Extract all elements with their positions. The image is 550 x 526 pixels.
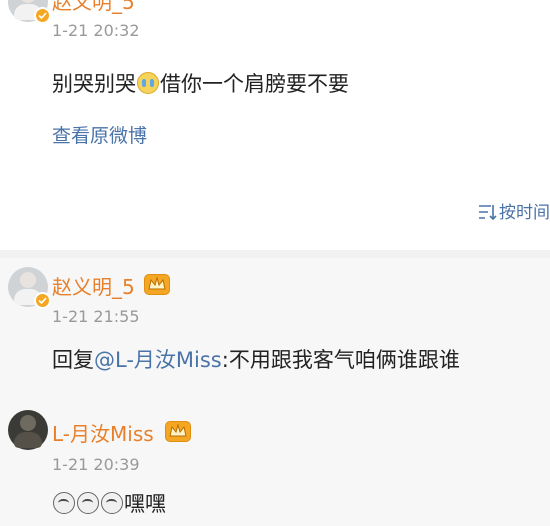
laughing-emoji-icon: [101, 492, 123, 514]
timestamp: 1-21 20:39: [52, 455, 140, 474]
timestamp: 1-21 20:32: [52, 21, 140, 40]
laughing-emoji-icon: [53, 492, 75, 514]
comment-text: 嘿嘿: [52, 488, 166, 518]
sort-label: 按时间: [499, 203, 550, 223]
avatar[interactable]: [8, 0, 51, 24]
avatar[interactable]: [8, 267, 51, 309]
reply-list: 赵义明_5 1-21 21:55 回复@L-月汝Miss:不用跟我客气咱俩谁跟谁…: [0, 258, 550, 526]
comment-text: 回复@L-月汝Miss:不用跟我客气咱俩谁跟谁: [52, 348, 460, 372]
timestamp: 1-21 21:55: [52, 307, 140, 326]
avatar[interactable]: [8, 410, 48, 450]
original-comment-section: 赵义明_5 1-21 20:32 别哭别哭 借你一个肩膀要不要 查看原微博 按时间: [0, 0, 550, 250]
sort-by-time-button[interactable]: 按时间: [477, 198, 550, 223]
username[interactable]: L-月汝Miss: [52, 418, 154, 447]
section-divider: [0, 250, 550, 258]
username[interactable]: 赵义明_5: [52, 0, 135, 15]
vip-crown-icon: [144, 274, 170, 295]
username[interactable]: 赵义明_5: [52, 271, 135, 300]
laughing-emoji-icon: [77, 492, 99, 514]
sort-icon: [479, 205, 497, 221]
crying-emoji-icon: [137, 72, 159, 94]
vip-crown-icon: [165, 421, 191, 442]
verified-badge-icon: [34, 7, 51, 24]
view-original-weibo-link[interactable]: 查看原微博: [52, 121, 147, 148]
comment-text: 别哭别哭 借你一个肩膀要不要: [52, 72, 349, 96]
verified-badge-icon: [34, 292, 51, 309]
mention-link[interactable]: @L-月汝Miss: [94, 348, 222, 372]
